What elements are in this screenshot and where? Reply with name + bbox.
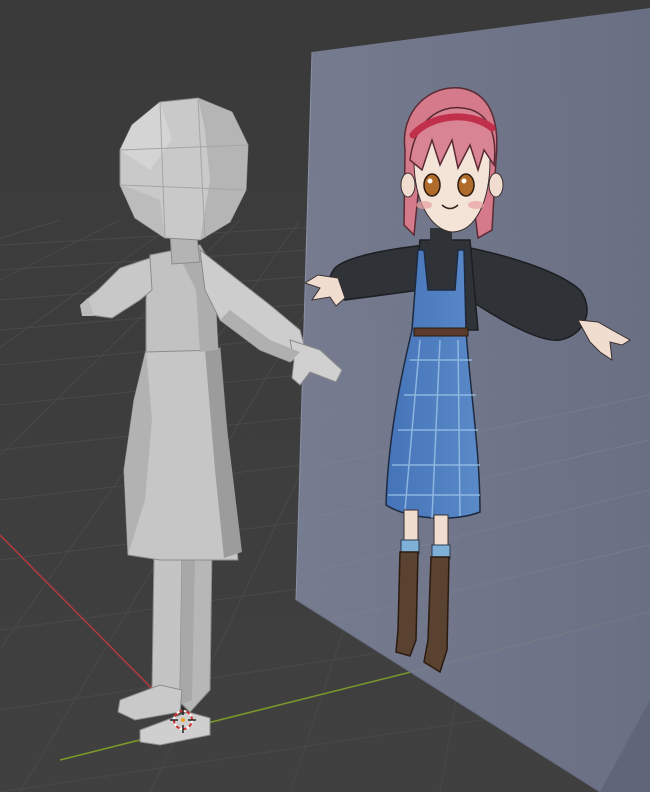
left-blush — [416, 201, 432, 209]
mannequin-left-leg — [151, 554, 183, 701]
right-eye — [457, 173, 475, 197]
left-ear — [400, 172, 416, 198]
left-eye — [423, 173, 441, 197]
dress-belt — [413, 327, 469, 337]
3d-viewport[interactable] — [0, 0, 650, 792]
right-blush — [468, 201, 484, 209]
left-boot — [395, 551, 419, 657]
viewport-canvas[interactable] — [0, 0, 650, 792]
right-ear — [488, 172, 504, 198]
